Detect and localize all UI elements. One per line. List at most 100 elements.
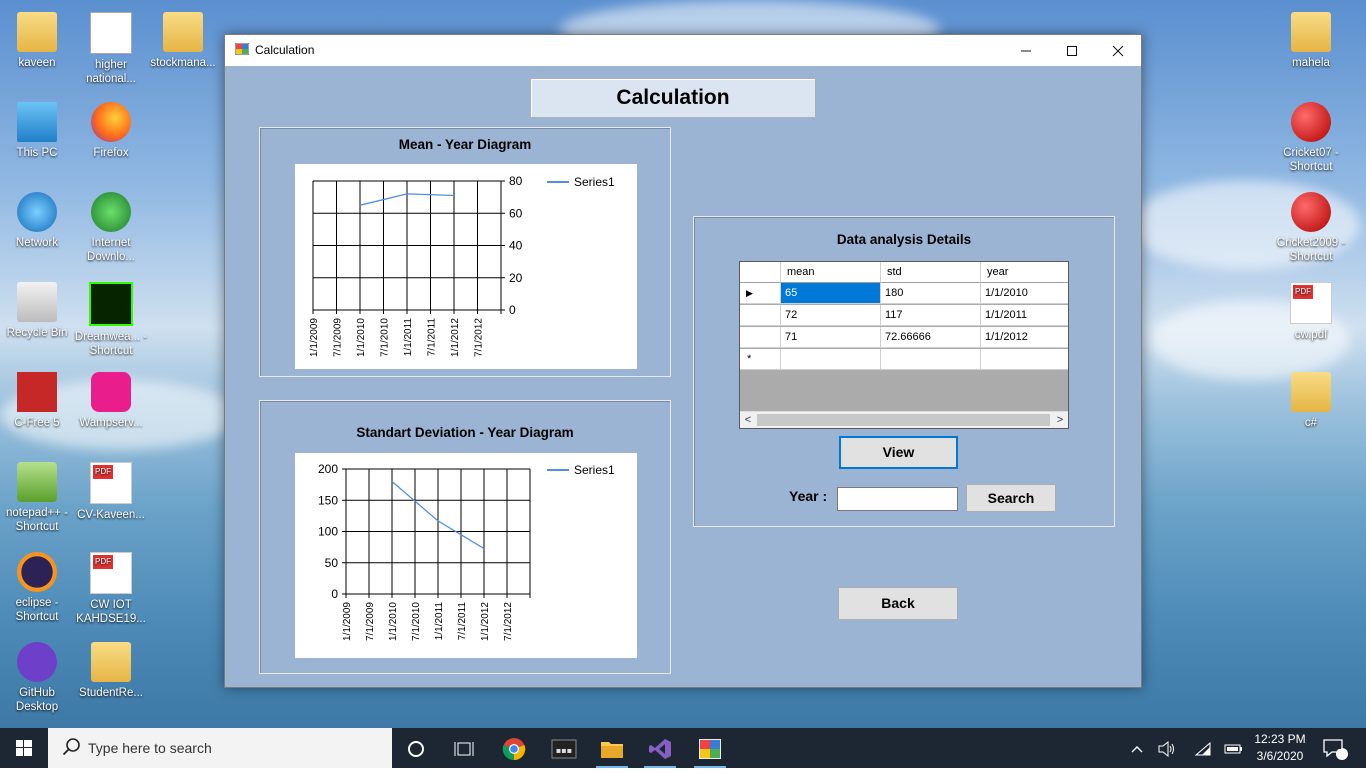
- folder-glyph-icon: [601, 742, 623, 759]
- close-button[interactable]: [1095, 35, 1141, 66]
- file-explorer-icon[interactable]: [588, 728, 636, 768]
- desktop-icon[interactable]: Recycle Bin: [0, 282, 74, 340]
- clock-time: 12:23 PM: [1254, 732, 1306, 746]
- row-header-current[interactable]: ▶: [740, 283, 781, 304]
- horizontal-scrollbar[interactable]: < >: [740, 411, 1068, 428]
- cell-mean[interactable]: 72: [781, 305, 881, 326]
- cell-mean[interactable]: 71: [781, 327, 881, 348]
- new-cell-std[interactable]: [881, 349, 981, 370]
- x-tick-label: 7/1/2010: [380, 318, 391, 357]
- battery-icon[interactable]: [1222, 728, 1246, 768]
- cell-year[interactable]: 1/1/2012: [981, 327, 1068, 348]
- desktop-icon-label: Cricket07 - Shortcut: [1283, 147, 1339, 173]
- cell-std[interactable]: 117: [881, 305, 981, 326]
- row-header-new[interactable]: *: [740, 349, 781, 370]
- task-view-glyph-icon: [454, 742, 474, 757]
- desktop-icon-label: C-Free 5: [14, 417, 60, 429]
- cricket-ball-icon: [1291, 102, 1331, 142]
- desktop-icon[interactable]: higher national...: [74, 12, 148, 86]
- speaker-icon: [1158, 740, 1174, 757]
- desktop-icon[interactable]: cw.pdf: [1274, 282, 1348, 342]
- wifi-icon[interactable]: [1190, 728, 1214, 768]
- desktop-icon-label: notepad++ - Shortcut: [5, 507, 69, 533]
- clock-date: 3/6/2020: [1256, 749, 1304, 763]
- desktop-icon[interactable]: Network: [0, 192, 74, 250]
- desktop-icon-label: eclipse - Shortcut: [15, 597, 59, 623]
- system-clock[interactable]: 12:23 PM 3/6/2020: [1248, 731, 1312, 765]
- notifications-button[interactable]: 2: [1318, 728, 1352, 768]
- task-view-icon[interactable]: [440, 728, 488, 768]
- view-button[interactable]: View: [839, 436, 958, 469]
- desktop-icon[interactable]: Firefox: [74, 102, 148, 160]
- show-hidden-icons-chevron-icon[interactable]: [1126, 728, 1148, 768]
- year-input[interactable]: [837, 487, 958, 511]
- minimize-button[interactable]: [1003, 35, 1049, 66]
- user-folder-icon: [17, 12, 57, 52]
- maximize-button[interactable]: [1049, 35, 1095, 66]
- desktop-icon[interactable]: StudentRe...: [74, 642, 148, 700]
- data-grid[interactable]: mean std year ▶ 65 180 1/1/2010 72 117 1…: [739, 261, 1069, 429]
- mean-chart-group: Mean - Year Diagram 0 20 40 60 80 1/1/2009 7/1…: [259, 127, 671, 377]
- minimize-icon: [1021, 50, 1031, 52]
- computer-icon: [17, 102, 57, 142]
- desktop-icon[interactable]: This PC: [0, 102, 74, 160]
- desktop-icon[interactable]: stockmana...: [146, 12, 220, 70]
- x-tick-label: 7/1/2009: [365, 602, 376, 641]
- taskbar-search[interactable]: Type here to search: [48, 728, 392, 768]
- y-tick-label: 200: [318, 462, 338, 476]
- desktop-icon[interactable]: CW IOT KAHDSE19...: [74, 552, 148, 626]
- desktop-icon[interactable]: GitHub Desktop: [0, 642, 74, 714]
- cell-year[interactable]: 1/1/2010: [981, 283, 1068, 304]
- title-bar[interactable]: Calculation: [225, 35, 1141, 66]
- desktop-icon[interactable]: c#: [1274, 372, 1348, 430]
- desktop-icon-label: CW IOT KAHDSE19...: [76, 599, 146, 625]
- wampserver-icon: [91, 372, 131, 412]
- windows-logo-icon: [16, 740, 32, 756]
- row-header[interactable]: [740, 305, 781, 326]
- new-cell-mean[interactable]: [781, 349, 881, 370]
- row-header[interactable]: [740, 327, 781, 348]
- x-tick-label: 1/1/2011: [403, 318, 414, 357]
- scroll-left-icon[interactable]: <: [740, 412, 756, 428]
- desktop-icon[interactable]: Internet Downlo...: [74, 192, 148, 264]
- desktop-icon-label: c#: [1304, 417, 1318, 429]
- desktop-icon-label: GitHub Desktop: [15, 687, 59, 713]
- cell-mean[interactable]: 65: [781, 283, 881, 304]
- chrome-icon[interactable]: [490, 728, 538, 768]
- desktop-icon[interactable]: Wampserv...: [74, 372, 148, 430]
- page-title: Calculation: [530, 78, 816, 118]
- cell-std[interactable]: 180: [881, 283, 981, 304]
- desktop-icon[interactable]: kaveen: [0, 12, 74, 70]
- desktop-icon[interactable]: CV-Kaveen...: [74, 462, 148, 522]
- desktop-icon-label: higher national...: [86, 59, 136, 85]
- back-button[interactable]: Back: [838, 587, 958, 620]
- scroll-right-icon[interactable]: >: [1052, 412, 1068, 428]
- desktop-icon-label: Dreamwea... - Shortcut: [74, 331, 148, 357]
- column-header-mean[interactable]: mean: [781, 262, 881, 283]
- cell-std[interactable]: 72.66666: [881, 327, 981, 348]
- game-app-icon[interactable]: ▪▪▪: [540, 728, 588, 768]
- winforms-app-icon[interactable]: [686, 728, 734, 768]
- x-tick-label: 7/1/2009: [333, 318, 344, 357]
- desktop-icon[interactable]: Cricket2009 - Shortcut: [1274, 192, 1348, 264]
- volume-icon[interactable]: [1156, 728, 1178, 768]
- column-header-std[interactable]: std: [881, 262, 981, 283]
- scrollbar-thumb[interactable]: [757, 414, 1050, 426]
- start-button[interactable]: [0, 728, 48, 768]
- search-button[interactable]: Search: [966, 484, 1056, 512]
- visual-studio-icon[interactable]: [636, 728, 684, 768]
- x-tick-label: 1/1/2012: [480, 602, 491, 641]
- desktop-icon-label: mahela: [1292, 57, 1330, 69]
- x-tick-label: 1/1/2012: [450, 318, 461, 357]
- desktop-icon[interactable]: Dreamwea... - Shortcut: [74, 282, 148, 358]
- new-cell-year[interactable]: [981, 349, 1068, 370]
- desktop-icon[interactable]: eclipse - Shortcut: [0, 552, 74, 624]
- desktop-icon[interactable]: mahela: [1274, 12, 1348, 70]
- desktop-icon[interactable]: Cricket07 - Shortcut: [1274, 102, 1348, 174]
- cell-year[interactable]: 1/1/2011: [981, 305, 1068, 326]
- desktop-icon[interactable]: C-Free 5: [0, 372, 74, 430]
- desktop-icon[interactable]: notepad++ - Shortcut: [0, 462, 74, 534]
- column-header-year[interactable]: year: [981, 262, 1068, 283]
- cortana-icon[interactable]: [392, 728, 440, 768]
- recycle-bin-icon: [17, 282, 57, 322]
